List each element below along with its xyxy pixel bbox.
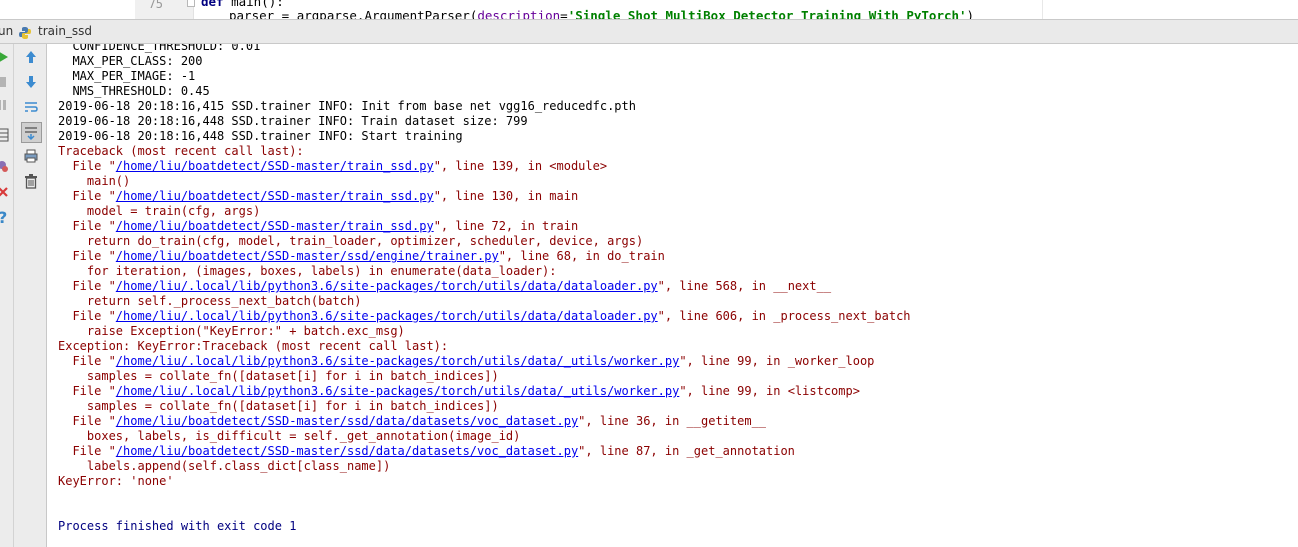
soft-wrap-icon[interactable] xyxy=(23,99,41,117)
code-text: parser = argparse.ArgumentParser( xyxy=(229,8,478,19)
console-text: ", line 568, in __next__ xyxy=(657,279,832,293)
console-line: model = train(cfg, args) xyxy=(58,204,261,218)
run-tool-window-header: un train_ssd xyxy=(0,19,1298,44)
down-arrow-icon[interactable] xyxy=(23,74,41,92)
console-text: ", line 139, in <module> xyxy=(433,159,608,173)
console-text: File " xyxy=(58,309,116,323)
console-output[interactable]: CONFIDENCE_THRESHOLD: 0.01 MAX_PER_CLASS… xyxy=(47,44,1298,547)
console-line: raise Exception("KeyError:" + batch.exc_… xyxy=(58,324,405,338)
close-icon[interactable] xyxy=(0,184,14,202)
traceback-file-line: File "/home/liu/boatdetect/SSD-master/tr… xyxy=(58,189,578,204)
run-icon[interactable] xyxy=(0,49,14,67)
file-link[interactable]: /home/liu/boatdetect/SSD-master/train_ss… xyxy=(116,219,434,233)
file-link[interactable]: /home/liu/.local/lib/python3.6/site-pack… xyxy=(116,384,680,398)
up-arrow-icon[interactable] xyxy=(23,49,41,67)
file-link[interactable]: /home/liu/.local/lib/python3.6/site-pack… xyxy=(116,279,658,293)
console-text: File " xyxy=(58,249,116,263)
run-label: un xyxy=(0,24,14,38)
console-line: 2019-06-18 20:18:16,448 SSD.trainer INFO… xyxy=(58,129,463,143)
console-text: File " xyxy=(58,279,116,293)
file-link[interactable]: /home/liu/boatdetect/SSD-master/train_ss… xyxy=(116,159,434,173)
console-text: File " xyxy=(58,219,116,233)
console-line: NMS_THRESHOLD: 0.45 xyxy=(58,84,210,98)
traceback-file-line: File "/home/liu/.local/lib/python3.6/sit… xyxy=(58,384,860,399)
console-line: MAX_PER_CLASS: 200 xyxy=(58,54,203,68)
code-line-parser[interactable]: parser = argparse.ArgumentParser(descrip… xyxy=(229,8,974,19)
print-icon[interactable] xyxy=(23,148,41,166)
keyword-def: def xyxy=(201,0,224,9)
console-line: 2019-06-18 20:18:16,415 SSD.trainer INFO… xyxy=(58,99,636,113)
traceback-file-line: File "/home/liu/.local/lib/python3.6/sit… xyxy=(58,309,911,324)
console-text: ", line 130, in main xyxy=(433,189,579,203)
fold-marker-icon[interactable] xyxy=(187,0,195,7)
file-link[interactable]: /home/liu/boatdetect/SSD-master/ssd/data… xyxy=(116,414,578,428)
code-text: ) xyxy=(966,8,975,19)
run-config-tab[interactable]: train_ssd xyxy=(38,24,92,38)
editor-left-panel xyxy=(0,0,135,19)
console-text: ", line 99, in _worker_loop xyxy=(679,354,875,368)
file-link[interactable]: /home/liu/.local/lib/python3.6/site-pack… xyxy=(116,309,658,323)
trash-icon[interactable] xyxy=(23,173,41,191)
console-line: MAX_PER_IMAGE: -1 xyxy=(58,69,196,83)
python-icon xyxy=(18,25,32,39)
traceback-file-line: File "/home/liu/boatdetect/SSD-master/tr… xyxy=(58,159,607,174)
traceback-file-line: File "/home/liu/.local/lib/python3.6/sit… xyxy=(58,354,874,369)
file-link[interactable]: /home/liu/boatdetect/SSD-master/train_ss… xyxy=(116,189,434,203)
file-link[interactable]: /home/liu/boatdetect/SSD-master/ssd/data… xyxy=(116,444,578,458)
process-exit-line: Process finished with exit code 1 xyxy=(58,519,297,533)
pause-icon[interactable] xyxy=(0,97,12,115)
console-text: File " xyxy=(58,159,116,173)
editor-gutter: 75 xyxy=(135,0,195,19)
scroll-to-end-icon[interactable] xyxy=(21,122,42,143)
console-line: labels.append(self.class_dict[class_name… xyxy=(58,459,391,473)
console-line: CONFIDENCE_THRESHOLD: 0.01 xyxy=(58,44,261,53)
code-param: description xyxy=(477,8,561,19)
console-text: ", line 99, in <listcomp> xyxy=(679,384,860,398)
svg-text:?: ? xyxy=(0,208,7,226)
debug-icon[interactable] xyxy=(0,158,12,176)
code-string: 'Single Shot MultiBox Detector Training … xyxy=(567,8,967,19)
traceback-file-line: File "/home/liu/boatdetect/SSD-master/ss… xyxy=(58,414,766,429)
traceback-file-line: File "/home/liu/boatdetect/SSD-master/tr… xyxy=(58,219,578,234)
console-line: 2019-06-18 20:18:16,448 SSD.trainer INFO… xyxy=(58,114,528,128)
console-text: ", line 68, in do_train xyxy=(498,249,665,263)
console-line: return do_train(cfg, model, train_loader… xyxy=(58,234,644,248)
layout-icon[interactable] xyxy=(0,127,12,145)
console-text: ", line 87, in _get_annotation xyxy=(578,444,795,458)
console-line: samples = collate_fn([dataset[i] for i i… xyxy=(58,369,499,383)
console-text: File " xyxy=(58,354,116,368)
file-link[interactable]: /home/liu/boatdetect/SSD-master/ssd/engi… xyxy=(116,249,499,263)
console-line: for iteration, (images, boxes, labels) i… xyxy=(58,264,557,278)
run-actions-toolbar: ? xyxy=(0,44,14,547)
console-line: samples = collate_fn([dataset[i] for i i… xyxy=(58,399,499,413)
console-text: ", line 36, in __getitem__ xyxy=(578,414,767,428)
console-line: KeyError: 'none' xyxy=(58,474,174,488)
console-text: File " xyxy=(58,384,116,398)
console-text: ", line 72, in train xyxy=(433,219,579,233)
help-icon[interactable]: ? xyxy=(0,208,14,227)
console-text: File " xyxy=(58,444,116,458)
console-text: File " xyxy=(58,414,116,428)
console-actions-toolbar xyxy=(14,44,47,547)
line-number: 75 xyxy=(148,0,163,11)
console-line: main() xyxy=(58,174,131,188)
console-line: return self._process_next_batch(batch) xyxy=(58,294,362,308)
traceback-file-line: File "/home/liu/.local/lib/python3.6/sit… xyxy=(58,279,831,294)
console-line: Exception: KeyError:Traceback (most rece… xyxy=(58,339,449,353)
traceback-file-line: File "/home/liu/boatdetect/SSD-master/ss… xyxy=(58,444,795,459)
code-text: = xyxy=(560,8,568,19)
editor-area: 75 def main(): parser = argparse.Argumen… xyxy=(0,0,1298,19)
console-text: File " xyxy=(58,189,116,203)
console-text: ", line 606, in _process_next_batch xyxy=(657,309,911,323)
right-margin-guide xyxy=(1042,0,1043,19)
console-line: Traceback (most recent call last): xyxy=(58,144,304,158)
file-link[interactable]: /home/liu/.local/lib/python3.6/site-pack… xyxy=(116,354,680,368)
traceback-file-line: File "/home/liu/boatdetect/SSD-master/ss… xyxy=(58,249,665,264)
console-line: boxes, labels, is_difficult = self._get_… xyxy=(58,429,521,443)
stop-icon[interactable] xyxy=(0,74,12,92)
